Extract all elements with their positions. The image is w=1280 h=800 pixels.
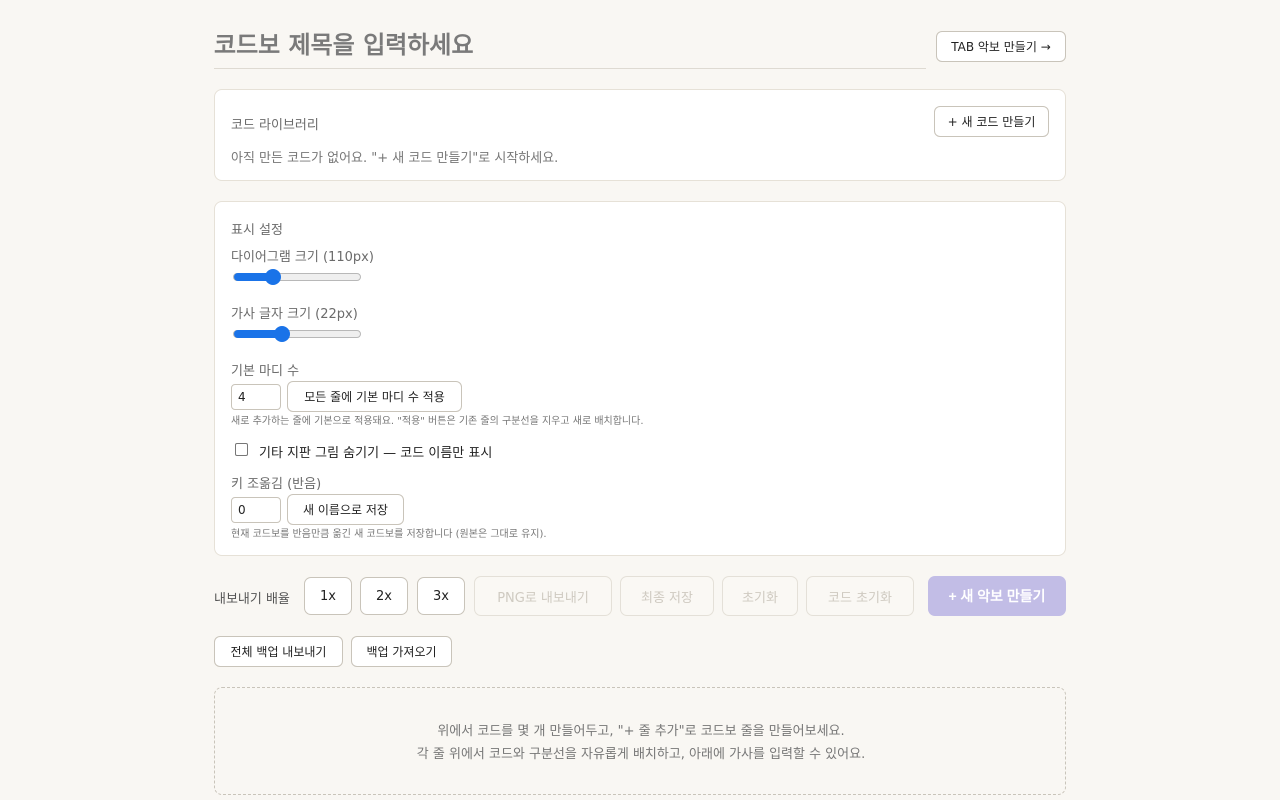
default-bars-label: 기본 마디 수: [231, 364, 300, 379]
display-settings-card: 표시 설정 다이어그램 크기 (110px) 가사 글자 크기 (22px) 기…: [214, 201, 1066, 556]
reset-codes-button[interactable]: 코드 초기화: [806, 576, 914, 616]
transpose-label: 키 조옮김 (반음): [231, 477, 322, 492]
transpose-input[interactable]: 0: [231, 497, 281, 523]
diagram-size-slider[interactable]: [231, 269, 363, 285]
transpose-note: 현재 코드보를 반음만큼 옮긴 새 코드보를 저장합니다 (원본은 그대로 유지…: [231, 529, 547, 540]
code-library-card: 코드 라이브러리 + 새 코드 만들기 아직 만든 코드가 없어요. "+ 새 …: [214, 89, 1066, 181]
make-tab-button[interactable]: TAB 악보 만들기 →: [936, 31, 1066, 62]
title-row: TAB 악보 만들기 →: [214, 24, 1066, 70]
lyric-size-slider[interactable]: [231, 326, 363, 342]
scale-1x-button[interactable]: 1x: [304, 577, 352, 615]
backup-import-button[interactable]: 백업 가져오기: [351, 636, 452, 667]
save-as-new-button[interactable]: 새 이름으로 저장: [287, 494, 404, 525]
final-save-button[interactable]: 최종 저장: [620, 576, 714, 616]
new-sheet-button[interactable]: + 새 악보 만들기: [928, 576, 1066, 616]
apply-default-bars-button[interactable]: 모든 줄에 기본 마디 수 적용: [287, 381, 462, 412]
code-library-label: 코드 라이브러리: [231, 118, 319, 133]
slider-thumb[interactable]: [264, 269, 281, 285]
hide-fretboard-label: 기타 지판 그림 숨기기 — 코드 이름만 표시: [259, 446, 493, 461]
empty-state-line-1: 위에서 코드를 몇 개 만들어두고, "+ 줄 추가"로 코드보 줄을 만들어보…: [437, 724, 845, 739]
sheet-title-input[interactable]: [214, 24, 926, 69]
new-code-button[interactable]: + 새 코드 만들기: [934, 106, 1049, 137]
library-empty-message: 아직 만든 코드가 없어요. "+ 새 코드 만들기"로 시작하세요.: [231, 151, 559, 166]
display-settings-label: 표시 설정: [231, 223, 283, 238]
lyric-size-label: 가사 글자 크기 (22px): [231, 307, 358, 322]
backup-export-button[interactable]: 전체 백업 내보내기: [214, 636, 343, 667]
export-row: 내보내기 배율 1x 2x 3x PNG로 내보내기 최종 저장 초기화 코드 …: [214, 576, 1066, 616]
scale-2x-button[interactable]: 2x: [360, 577, 408, 615]
export-png-button[interactable]: PNG로 내보내기: [474, 576, 612, 616]
slider-thumb[interactable]: [273, 326, 290, 342]
hide-fretboard-checkbox[interactable]: [235, 443, 248, 456]
export-scale-label: 내보내기 배율: [214, 592, 290, 607]
default-bars-input[interactable]: 4: [231, 384, 281, 410]
empty-state-box: 위에서 코드를 몇 개 만들어두고, "+ 줄 추가"로 코드보 줄을 만들어보…: [214, 687, 1066, 795]
default-bars-note: 새로 추가하는 줄에 기본으로 적용돼요. "적용" 버튼은 기존 줄의 구분선…: [231, 416, 644, 427]
slider-track: [233, 273, 361, 281]
slider-track: [233, 330, 361, 338]
diagram-size-label: 다이어그램 크기 (110px): [231, 250, 374, 265]
reset-button[interactable]: 초기화: [722, 576, 798, 616]
empty-state-line-2: 각 줄 위에서 코드와 구분선을 자유롭게 배치하고, 아래에 가사를 입력할 …: [416, 747, 866, 762]
scale-3x-button[interactable]: 3x: [417, 577, 465, 615]
